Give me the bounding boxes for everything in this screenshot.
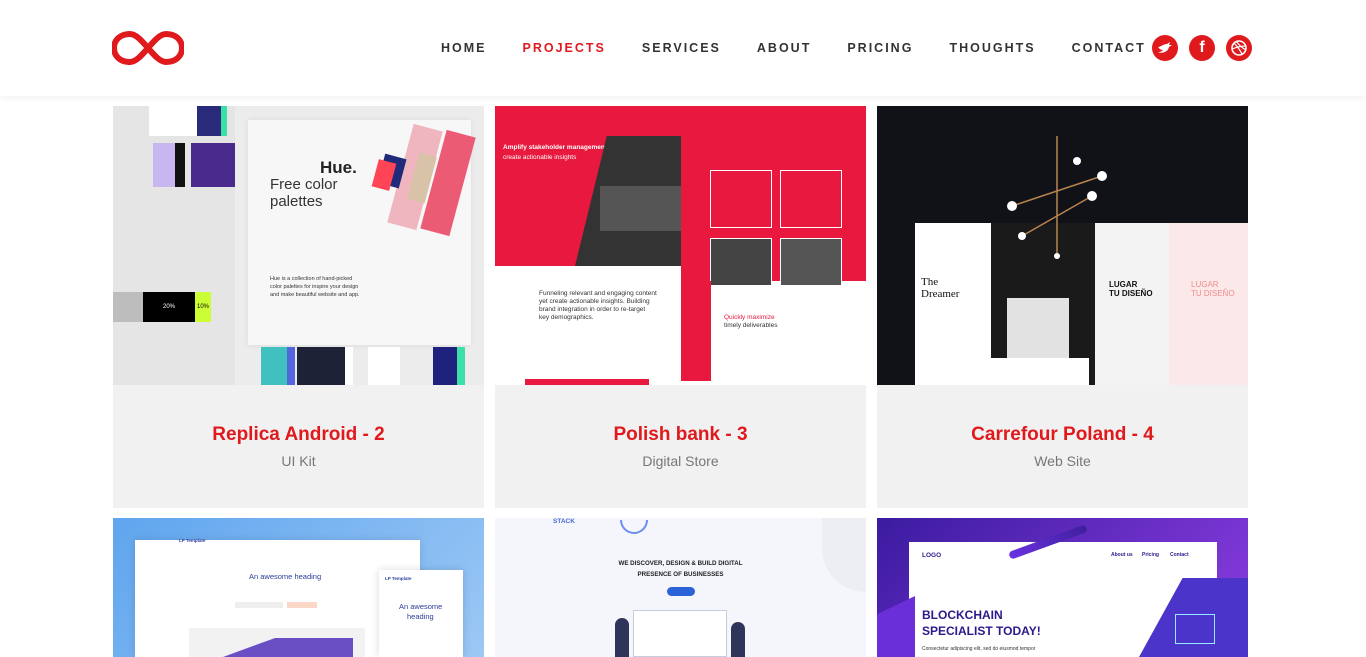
nav-pricing[interactable]: PRICING	[847, 41, 913, 55]
thumb-body3: brand integration in order to re-target	[539, 306, 646, 313]
thumb-phone1: An awesome	[399, 602, 443, 611]
thumb-left2: Dreamer	[921, 288, 960, 300]
thumb-hero1: Amplify stakeholder management	[503, 144, 608, 151]
thumb-nav: LP Template	[179, 538, 206, 543]
project-card[interactable]: STACK WE DISCOVER, DESIGN & BUILD DIGITA…	[495, 518, 866, 657]
project-subtitle: Web Site	[1034, 453, 1091, 469]
nav-about[interactable]: ABOUT	[757, 41, 811, 55]
thumb-line1: Free color	[270, 176, 338, 193]
nav-projects[interactable]: PROJECTS	[523, 41, 606, 55]
project-card[interactable]: LOGO About us Pricing Contact BLOCKCHAIN…	[877, 518, 1248, 657]
thumb-h2: SPECIALIST TODAY!	[922, 624, 1041, 638]
thumb-side1: Quickly maximize	[724, 314, 775, 321]
thumb-body3: and make beautiful website and app.	[270, 292, 360, 298]
thumb-right2: TU DISEÑO	[1109, 289, 1153, 298]
thumb-line1: WE DISCOVER, DESIGN & BUILD DIGITAL	[618, 560, 743, 567]
thumb-nav2: Pricing	[1142, 552, 1159, 558]
project-thumbnail[interactable]: STACK WE DISCOVER, DESIGN & BUILD DIGITA…	[495, 518, 866, 657]
thumb-phone2: heading	[407, 612, 434, 621]
project-title[interactable]: Replica Android - 2	[113, 424, 484, 446]
project-subtitle: Digital Store	[642, 453, 719, 469]
thumb-right1: LUGAR	[1109, 280, 1138, 289]
thumb-logo: LOGO	[922, 552, 942, 559]
thumb-heading: An awesome heading	[249, 572, 322, 581]
twitter-bird-icon[interactable]	[1152, 35, 1178, 61]
nav-services[interactable]: SERVICES	[642, 41, 721, 55]
thumb-side2: timely deliverables	[724, 322, 778, 329]
project-thumbnail[interactable]: LP Template An awesome heading LP Templa…	[113, 518, 484, 657]
facebook-icon[interactable]: f	[1189, 35, 1215, 61]
main-nav: HOME PROJECTS SERVICES ABOUT PRICING THO…	[441, 41, 1182, 55]
project-thumbnail[interactable]: The Dreamer LUGAR TU DISEÑO LUGAR TU DIS…	[877, 106, 1248, 385]
project-thumbnail[interactable]: 20% 10% Hue. Free color palettes Hue is …	[113, 106, 484, 385]
thumb-logo: STACK	[553, 518, 575, 525]
thumb-heading: Hue.	[320, 158, 357, 177]
project-subtitle: UI Kit	[281, 453, 316, 469]
thumb-right1-pink: LUGAR	[1191, 280, 1219, 289]
thumb-body: Consectetur adipiscing elit, sed do eius…	[922, 646, 1036, 652]
project-card[interactable]: The Dreamer LUGAR TU DISEÑO LUGAR TU DIS…	[877, 106, 1248, 508]
nav-thoughts[interactable]: THOUGHTS	[949, 41, 1035, 55]
thumb-line2: PRESENCE OF BUSINESSES	[637, 571, 724, 578]
project-card[interactable]: 20% 10% Hue. Free color palettes Hue is …	[113, 106, 484, 508]
thumb-body2: color palettes for inspire your design	[270, 284, 359, 290]
thumb-nav3: Contact	[1170, 552, 1189, 558]
thumb-body1: Hue is a collection of hand-picked	[270, 276, 353, 282]
nav-home[interactable]: HOME	[441, 41, 487, 55]
project-thumbnail[interactable]: LOGO About us Pricing Contact BLOCKCHAIN…	[877, 518, 1248, 657]
thumb-left1: The	[921, 276, 939, 288]
thumb-hero2: create actionable insights	[503, 154, 577, 161]
nav-contact[interactable]: CONTACT	[1072, 41, 1146, 55]
infinity-logo[interactable]	[112, 27, 184, 69]
thumb-body4: key demographics.	[539, 314, 594, 321]
thumb-right2-pink: TU DISEÑO	[1191, 289, 1235, 298]
site-header: HOME PROJECTS SERVICES ABOUT PRICING THO…	[0, 0, 1366, 96]
thumb-nav1: About us	[1111, 552, 1133, 558]
social-links: f	[1152, 35, 1263, 61]
thumb-phone-brand: LP Template	[385, 576, 412, 581]
dribbble-icon[interactable]	[1226, 35, 1252, 61]
palette-swatch-black: 20%	[143, 292, 195, 322]
thumb-body2: yet create actionable insights. Building	[539, 298, 650, 305]
palette-swatch-lime: 10%	[195, 292, 211, 322]
thumb-h1: BLOCKCHAIN	[922, 608, 1003, 622]
project-thumbnail[interactable]: Amplify stakeholder management create ac…	[495, 106, 866, 385]
project-card[interactable]: Amplify stakeholder management create ac…	[495, 106, 866, 508]
facebook-glyph: f	[1199, 39, 1205, 56]
project-title[interactable]: Carrefour Poland - 4	[877, 424, 1248, 446]
thumb-line2: palettes	[270, 193, 323, 210]
project-title[interactable]: Polish bank - 3	[495, 424, 866, 446]
thumb-body1: Funneling relevant and engaging content	[539, 290, 657, 297]
project-card[interactable]: LP Template An awesome heading LP Templa…	[113, 518, 484, 657]
